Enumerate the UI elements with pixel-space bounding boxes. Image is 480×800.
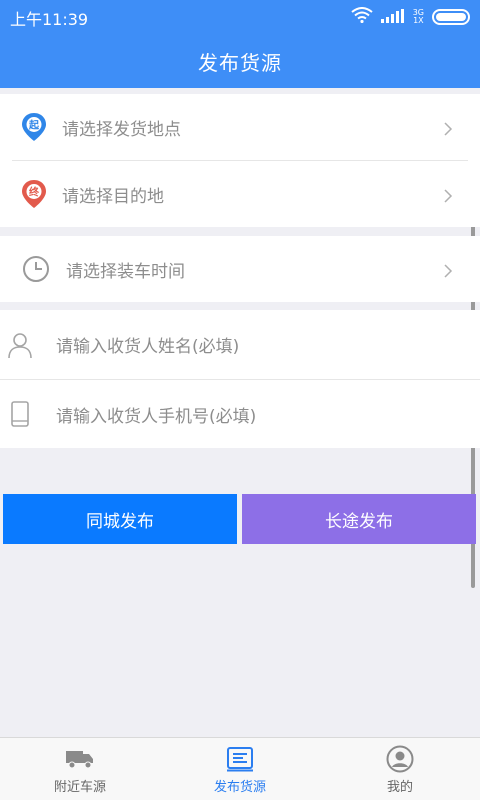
origin-row[interactable]: 起 请选择发货地点 xyxy=(0,94,480,160)
nav-mine[interactable]: 我的 xyxy=(320,738,480,800)
origin-pin-icon: 起 xyxy=(20,113,48,141)
page-title: 发布货源 xyxy=(198,50,282,75)
signal-icon xyxy=(380,8,405,27)
destination-pin-icon: 终 xyxy=(20,180,48,208)
destination-row[interactable]: 终 请选择目的地 xyxy=(0,161,480,227)
nav-publish-cargo[interactable]: 发布货源 xyxy=(160,738,320,800)
app-header: 上午11:39 3G 1X 发布货源 xyxy=(0,0,480,88)
chevron-right-icon xyxy=(442,188,454,203)
receiver-phone-input[interactable]: 请输入收货人手机号(必填) xyxy=(56,402,256,427)
long-distance-publish-button[interactable]: 长途发布 xyxy=(242,494,476,544)
loading-time-row[interactable]: 请选择装车时间 xyxy=(0,236,480,302)
destination-label: 请选择目的地 xyxy=(62,186,164,207)
user-avatar-icon xyxy=(385,745,415,773)
status-bar: 上午11:39 3G 1X xyxy=(0,0,480,34)
nav-label: 我的 xyxy=(386,779,413,795)
network-bottom-label: 1X xyxy=(413,16,424,25)
battery-icon xyxy=(432,9,470,25)
receiver-phone-row[interactable]: 请输入收货人手机号(必填) xyxy=(0,380,480,448)
receiver-name-input[interactable]: 请输入收货人姓名(必填) xyxy=(56,332,239,357)
truck-icon xyxy=(65,745,95,773)
status-icons: 3G 1X xyxy=(351,7,470,27)
status-time: 上午11:39 xyxy=(10,10,89,29)
origin-label: 请选择发货地点 xyxy=(62,119,181,140)
bottom-nav: 附近车源 发布货源 我的 xyxy=(0,737,480,800)
wifi-icon xyxy=(351,7,373,27)
chevron-right-icon xyxy=(442,263,454,278)
chevron-right-icon xyxy=(442,121,454,136)
clock-icon xyxy=(22,255,50,283)
title-bar: 发布货源 xyxy=(0,34,480,88)
destination-pin-text: 终 xyxy=(29,186,40,199)
same-city-publish-button[interactable]: 同城发布 xyxy=(3,494,237,544)
time-card: 请选择装车时间 xyxy=(0,236,480,302)
receiver-card: 请输入收货人姓名(必填) 请输入收货人手机号(必填) xyxy=(0,310,480,448)
nav-label: 附近车源 xyxy=(53,779,106,795)
document-list-icon xyxy=(225,745,255,773)
nav-nearby-vehicles[interactable]: 附近车源 xyxy=(0,738,160,800)
receiver-name-row[interactable]: 请输入收货人姓名(必填) xyxy=(0,310,480,379)
origin-pin-text: 起 xyxy=(28,119,40,132)
nav-label: 发布货源 xyxy=(213,779,266,795)
phone-icon xyxy=(6,400,34,428)
loading-time-label: 请选择装车时间 xyxy=(66,261,185,282)
person-icon xyxy=(6,331,34,359)
location-card: 起 请选择发货地点 终 请选择目的地 xyxy=(0,94,480,227)
network-type: 3G 1X xyxy=(413,9,424,25)
